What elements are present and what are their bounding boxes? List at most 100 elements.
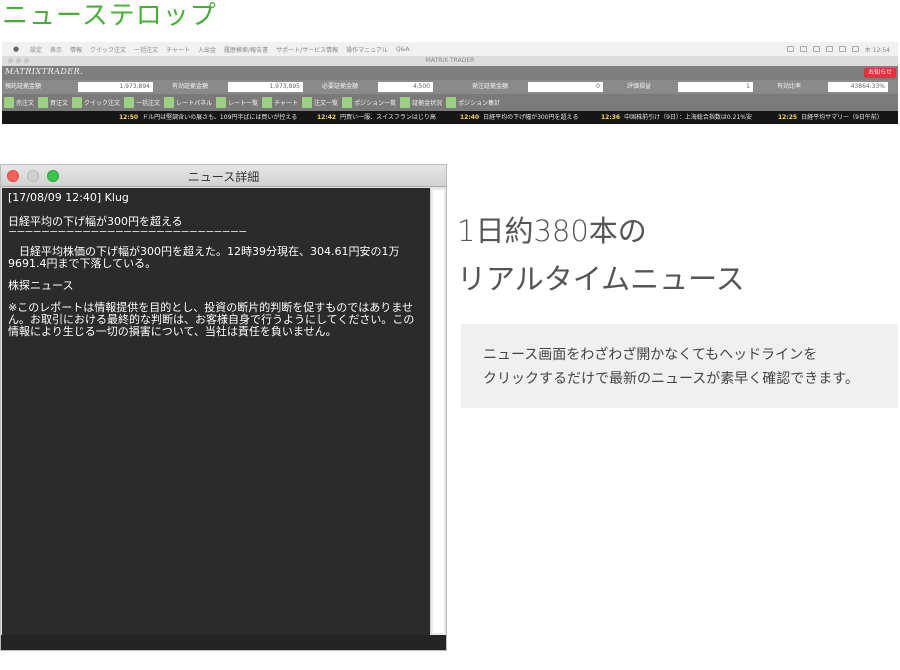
- ticker-time: 12:25: [778, 114, 798, 121]
- ticker-time: 12:42: [317, 114, 337, 121]
- ticker-text: ドル円は堅調含いの展さも、109円半ばには買いが控える: [142, 114, 298, 121]
- toolbar-quick-order[interactable]: クイック注文: [72, 97, 120, 108]
- apple-icon[interactable]: ●: [10, 45, 22, 53]
- menubar-clock: 木 12:54: [864, 46, 890, 54]
- window-icon[interactable]: [786, 46, 794, 52]
- scrollbar-track[interactable]: [433, 190, 444, 633]
- app-minimize-button[interactable]: [16, 58, 21, 63]
- ticker-time: 12:40: [460, 114, 480, 121]
- order-list-icon: [302, 97, 313, 108]
- news-content: [17/08/09 12:40] Klug 日経平均の下げ幅が300円を超える …: [2, 188, 430, 635]
- app-logo: MATRIXTRADER.: [5, 67, 84, 76]
- toolbar-rate-panel[interactable]: レートパネル: [164, 97, 212, 108]
- toolbar-order-list[interactable]: 注文一覧: [302, 97, 338, 108]
- toolbar-label: レート一覧: [228, 100, 259, 107]
- promo-description: ニュース画面をわざわざ開かなくてもヘッドラインを クリックするだけで最新のニュー…: [461, 324, 898, 408]
- page-heading: ニューステロップ: [2, 1, 217, 31]
- toolbar-position-list[interactable]: ポジション一覧: [342, 97, 396, 108]
- position-summary-icon: [446, 97, 457, 108]
- promo-title-line2: リアルタイムニュース: [457, 262, 745, 296]
- menu-view[interactable]: 表示: [50, 45, 62, 54]
- toolbar-label: 注文一覧: [314, 100, 339, 107]
- menu-qa[interactable]: Q&A: [396, 46, 410, 53]
- ticker-item[interactable]: 12:42 円買い一服、スイスフランはじり高: [317, 111, 436, 124]
- toolbar-chart[interactable]: チャート: [262, 97, 298, 108]
- chart-icon: [262, 97, 273, 108]
- news-category: 株探ニュース: [8, 279, 74, 292]
- account-summary-bar: 預託証拠金額 1,973,894 有効証拠金額 1,973,895 必要証拠金額…: [2, 80, 898, 94]
- toolbar-label: チャート: [274, 100, 299, 107]
- app-header: MATRIXTRADER. お知らせ: [2, 66, 898, 80]
- app-window-titlebar: MATRIX TRADER: [2, 56, 898, 66]
- ticker-item[interactable]: 12:40 日経平均の下げ幅が300円を超える: [460, 111, 578, 124]
- ticker-item[interactable]: 12:25 日経平均サマリー（9日午前）: [778, 111, 883, 124]
- ticker-text: 円買い一服、スイスフランはじり高: [340, 114, 436, 121]
- ticker-text: 中国株前引け（9日）：上海総合指数は0.21%安: [624, 114, 752, 121]
- toolbar-rate-list[interactable]: レート一覧: [216, 97, 258, 108]
- toolbar-buy-order[interactable]: 買注文: [38, 97, 68, 108]
- menu-info[interactable]: 情報: [70, 45, 82, 54]
- toolbar-position-summary[interactable]: ポジション集計: [446, 97, 500, 108]
- account-label: 評価損益: [627, 83, 652, 90]
- ticker-time: 12:36: [601, 114, 621, 121]
- app-zoom-button[interactable]: [24, 58, 29, 63]
- menu-history[interactable]: 履歴検索/報告書: [224, 45, 268, 54]
- input-source-icon[interactable]: [851, 46, 859, 52]
- bulk-order-icon: [124, 97, 135, 108]
- eject-icon[interactable]: [825, 46, 833, 52]
- toolbar-label: 証拠金状況: [412, 100, 443, 107]
- volume-icon[interactable]: [838, 46, 846, 52]
- news-meta: [17/08/09 12:40] Klug: [8, 191, 129, 204]
- menu-manual[interactable]: 操作マニュアル: [346, 45, 388, 54]
- news-scrollbar[interactable]: [430, 188, 445, 635]
- margin-status-icon: [400, 97, 411, 108]
- ticker-text: 日経平均サマリー（9日午前）: [801, 114, 883, 121]
- display-icon[interactable]: [812, 46, 820, 52]
- account-label: 有効比率: [777, 83, 802, 90]
- toolbar-label: 一括注文: [136, 100, 161, 107]
- toolbar-bulk-order[interactable]: 一括注文: [124, 97, 160, 108]
- account-label: 有効証拠金額: [172, 83, 209, 90]
- menu-support[interactable]: サポート/サービス情報: [276, 45, 338, 54]
- account-value: 0: [528, 82, 603, 92]
- menu-deposit[interactable]: 入出金: [198, 45, 216, 54]
- toolbar-sell-order[interactable]: 売注文: [4, 97, 34, 108]
- ticker-time: 12:50: [119, 114, 139, 121]
- ticker-item[interactable]: 12:50 ドル円は堅調含いの展さも、109円半ばには買いが控える: [119, 111, 297, 124]
- account-value: 1: [678, 82, 753, 92]
- promo-title-line1: 1日約380本の: [457, 214, 647, 248]
- headline-rule: −−−−−−−−−−−−−−−−−−−−−−−−−−−−−: [8, 225, 247, 238]
- app-window-controls: [8, 58, 29, 63]
- promo-desc-line1: ニュース画面をわざわざ開かなくてもヘッドラインを: [483, 347, 818, 363]
- news-detail-window: ニュース詳細 [17/08/09 12:40] Klug 日経平均の下げ幅が30…: [0, 164, 447, 651]
- notice-button[interactable]: お知らせ: [864, 68, 896, 78]
- news-window-footer: [1, 635, 446, 650]
- account-value: 43864.33%: [828, 82, 888, 92]
- app-close-button[interactable]: [8, 58, 13, 63]
- news-window-titlebar[interactable]: ニュース詳細: [1, 165, 446, 187]
- menu-quick-order[interactable]: クイック注文: [90, 45, 126, 54]
- rate-list-icon: [216, 97, 227, 108]
- toolbar-label: ポジション集計: [458, 100, 501, 107]
- menu-chart[interactable]: チャート: [166, 45, 190, 54]
- account-label: 必要証拠金額: [322, 83, 359, 90]
- menu-settings[interactable]: 設定: [30, 45, 42, 54]
- app-toolbar: 売注文 買注文 クイック注文 一括注文 レートパネル レート一覧 チャート 注文…: [2, 94, 898, 111]
- news-ticker: 12:50 ドル円は堅調含いの展さも、109円半ばには買いが控える 12:42 円買…: [2, 111, 898, 124]
- ticker-text: 日経平均の下げ幅が300円を超える: [483, 114, 579, 121]
- news-body-text: 日経平均株価の下げ幅が300円を超えた。12時39分現在、304.61円安の1万…: [8, 245, 400, 270]
- account-value: 1,973,895: [228, 82, 303, 92]
- account-label: 発注証拠金額: [472, 83, 509, 90]
- menu-bulk-order[interactable]: 一括注文: [134, 45, 158, 54]
- toolbar-label: ポジション一覧: [354, 100, 397, 107]
- app-window-title: MATRIX TRADER: [425, 57, 475, 64]
- ticker-item[interactable]: 12:36 中国株前引け（9日）：上海総合指数は0.21%安: [601, 111, 752, 124]
- account-value: 4,500: [378, 82, 433, 92]
- position-list-icon: [342, 97, 353, 108]
- buy-icon: [38, 97, 49, 108]
- toolbar-margin-status[interactable]: 証拠金状況: [400, 97, 442, 108]
- promo-desc-line2: クリックするだけで最新のニュースが素早く確認できます。: [483, 371, 859, 387]
- toolbar-label: レートパネル: [176, 100, 213, 107]
- shield-icon[interactable]: [799, 46, 807, 52]
- account-label: 預託証拠金額: [5, 83, 42, 90]
